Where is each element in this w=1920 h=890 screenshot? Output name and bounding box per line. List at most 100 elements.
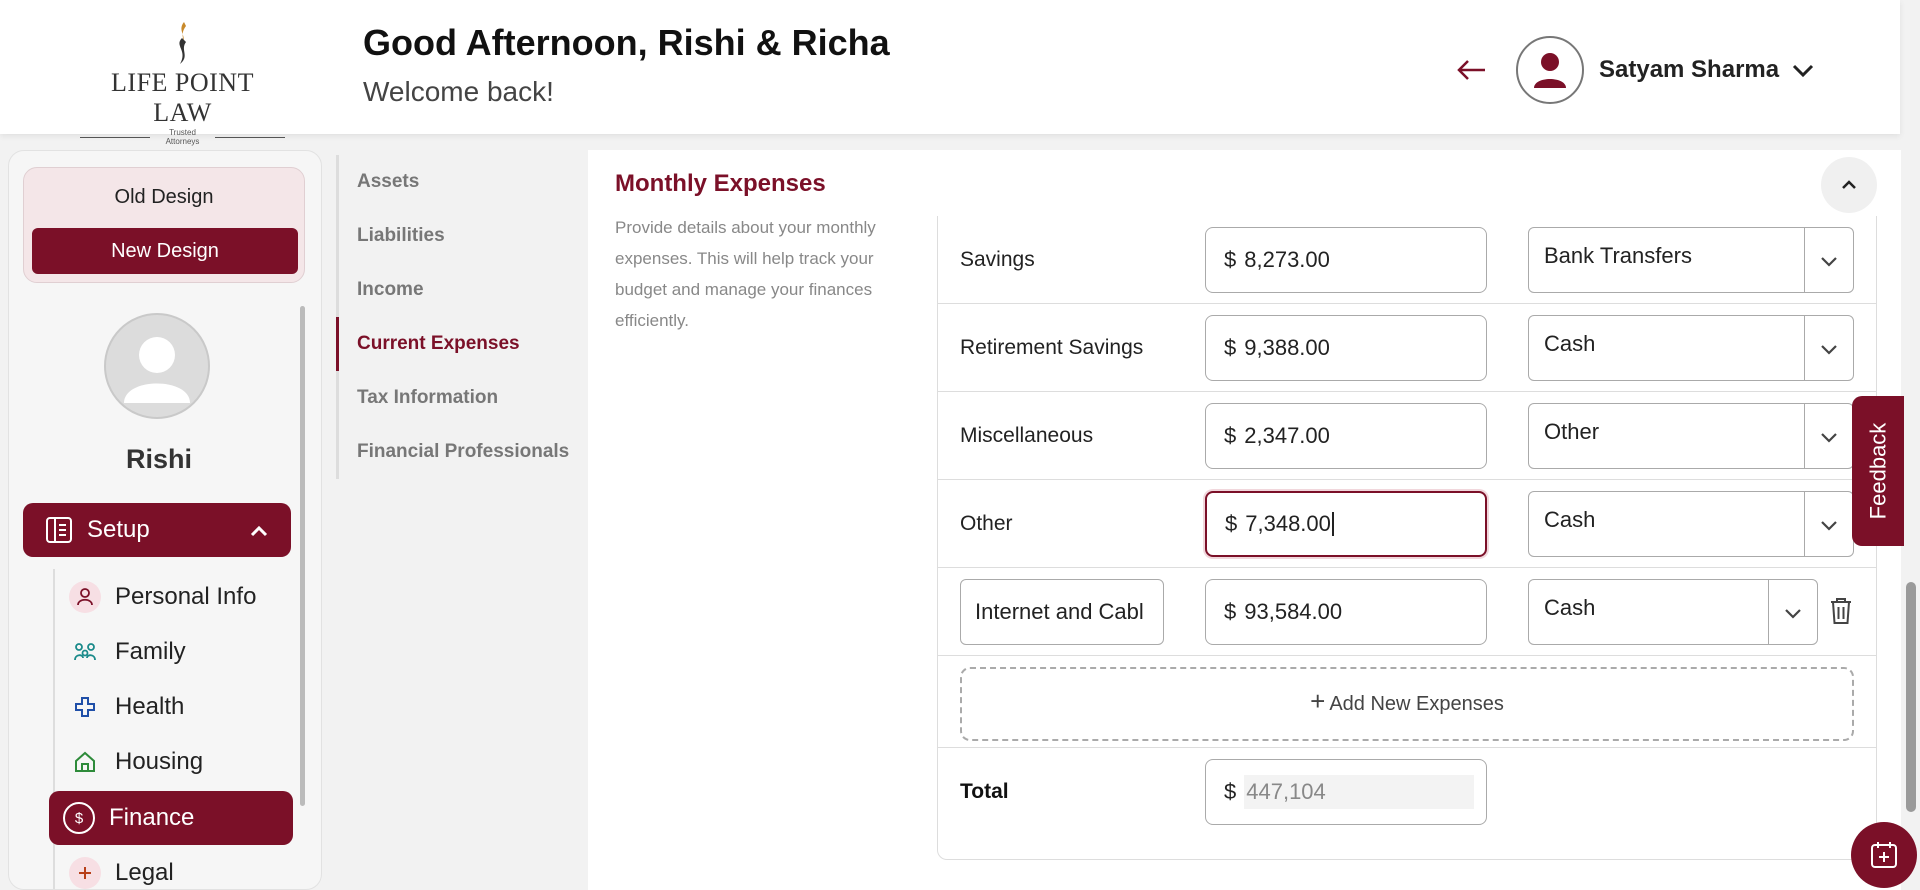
profile-name: Rishi <box>125 444 192 474</box>
expense-amount-input[interactable]: $ 9,388.00 <box>1205 315 1487 381</box>
expense-label: Savings <box>960 248 1035 271</box>
select-divider <box>1804 228 1805 292</box>
chevron-down-icon <box>1785 609 1801 619</box>
main-scrollbar-thumb[interactable] <box>1906 582 1916 812</box>
back-arrow-icon[interactable] <box>1455 53 1489 87</box>
sidebar-item-family[interactable]: Family <box>55 624 293 679</box>
user-icon <box>1534 53 1566 88</box>
expense-label: Miscellaneous <box>960 424 1094 447</box>
section-title: Monthly Expenses <box>615 170 826 197</box>
payment-method-select[interactable]: Cash <box>1528 315 1854 381</box>
custom-expense-name-input[interactable]: Internet and Cabl <box>960 579 1164 645</box>
amount-value: 9,388.00 <box>1244 335 1330 360</box>
finance-subnav: Assets Liabilities Income Current Expens… <box>336 155 586 479</box>
payment-method-select[interactable]: Cash <box>1528 491 1854 557</box>
add-new-expenses-button[interactable]: + Add New Expenses <box>960 667 1854 741</box>
currency-symbol: $ <box>1224 423 1237 448</box>
welcome-subtitle: Welcome back! <box>363 76 554 107</box>
chevron-up-icon <box>250 525 268 537</box>
payment-method-select[interactable]: Other <box>1528 403 1854 469</box>
add-expenses-label: Add New Expenses <box>1329 692 1504 715</box>
feedback-button[interactable]: Feedback <box>1852 396 1904 546</box>
table-row: Internet and Cabl $ 93,584.00 Cash <box>938 568 1876 656</box>
chevron-down-icon <box>1821 433 1837 443</box>
add-expense-row: + Add New Expenses <box>938 656 1876 748</box>
feedback-label: Feedback <box>1865 422 1890 520</box>
trash-icon[interactable] <box>1828 596 1854 626</box>
logo-tagline: Trusted Attorneys <box>80 128 285 146</box>
expense-label: Retirement Savings <box>960 336 1144 359</box>
table-row: Savings $ 8,273.00 Bank Transfers <box>938 216 1876 304</box>
amount-value: 2,347.00 <box>1244 423 1330 448</box>
payment-method-select[interactable]: Bank Transfers <box>1528 227 1854 293</box>
setup-nav-list: Personal Info Family Health Housing $ Fi… <box>49 569 293 889</box>
table-row: Miscellaneous $ 2,347.00 Other <box>938 392 1876 480</box>
user-avatar[interactable] <box>1516 36 1584 104</box>
expense-amount-input[interactable]: $ 93,584.00 <box>1205 579 1487 645</box>
expense-amount-input[interactable]: $ 7,348.00 <box>1205 491 1487 557</box>
setup-book-icon <box>46 517 72 543</box>
sidebar-scrollbar[interactable] <box>300 306 305 806</box>
chevron-down-icon <box>1821 345 1837 355</box>
total-label: Total <box>960 780 1009 803</box>
payment-method-select[interactable]: Cash <box>1528 579 1818 645</box>
tab-liabilities[interactable]: Liabilities <box>336 209 586 263</box>
currency-symbol: $ <box>1225 511 1238 536</box>
calendar-plus-icon <box>1871 842 1897 868</box>
sidebar-item-health[interactable]: Health <box>55 679 293 734</box>
table-row: Other $ 7,348.00 Cash <box>938 480 1876 568</box>
select-divider <box>1804 492 1805 556</box>
profile-avatar <box>104 313 210 419</box>
table-row: Retirement Savings $ 9,388.00 Cash <box>938 304 1876 392</box>
sidebar-item-label: Family <box>115 637 186 665</box>
expense-label: Other <box>960 512 1013 535</box>
section-description: Provide details about your monthly expen… <box>615 218 876 330</box>
tab-income[interactable]: Income <box>336 263 586 317</box>
text-cursor <box>1331 512 1334 536</box>
sidebar-item-label: Legal <box>115 858 174 886</box>
expense-amount-input[interactable]: $ 2,347.00 <box>1205 403 1487 469</box>
user-name[interactable]: Satyam Sharma <box>1599 56 1779 84</box>
payment-method-value: Cash <box>1544 507 1596 532</box>
new-design-button[interactable]: New Design <box>32 228 298 274</box>
sidebar-item-personal-info[interactable]: Personal Info <box>55 569 293 624</box>
logo-text: LIFE POINT LAW <box>111 68 254 127</box>
total-amount-field: $ 447,104 <box>1205 759 1487 825</box>
sidebar-item-housing[interactable]: Housing <box>55 734 293 789</box>
person-icon <box>69 580 101 613</box>
svg-text:$: $ <box>75 810 84 827</box>
amount-value: 8,273.00 <box>1244 247 1330 272</box>
currency-symbol: $ <box>1224 779 1237 804</box>
setup-section-toggle[interactable]: Setup <box>23 503 291 557</box>
chevron-down-icon <box>1821 257 1837 267</box>
greeting-title: Good Afternoon, Rishi & Richa <box>363 22 890 63</box>
currency-symbol: $ <box>1224 247 1237 272</box>
sidebar-item-label: Personal Info <box>115 582 257 610</box>
total-row: Total $ 447,104 <box>938 748 1876 836</box>
select-divider <box>1768 580 1769 644</box>
person-placeholder-icon <box>124 337 190 403</box>
legal-icon <box>69 856 101 889</box>
life-point-law-logo[interactable]: LIFE POINT LAW Trusted Attorneys <box>80 20 285 146</box>
currency-symbol: $ <box>1224 335 1237 360</box>
tab-current-expenses[interactable]: Current Expenses <box>336 317 586 371</box>
chevron-down-icon[interactable] <box>1790 58 1816 84</box>
sidebar-item-finance[interactable]: $ Finance <box>49 791 293 845</box>
tab-financial-professionals[interactable]: Financial Professionals <box>336 425 586 479</box>
dollar-icon: $ <box>63 802 95 834</box>
calendar-add-button[interactable] <box>1851 822 1917 888</box>
expense-amount-input[interactable]: $ 8,273.00 <box>1205 227 1487 293</box>
expenses-table: Savings $ 8,273.00 Bank Transfers Retire… <box>937 216 1877 860</box>
payment-method-value: Other <box>1544 419 1600 444</box>
plus-icon: + <box>1310 685 1326 716</box>
chevron-down-icon <box>1821 521 1837 531</box>
payment-method-value: Cash <box>1544 595 1596 620</box>
collapse-section-button[interactable] <box>1821 157 1877 213</box>
currency-symbol: $ <box>1224 599 1237 624</box>
tab-tax-information[interactable]: Tax Information <box>336 371 586 425</box>
old-design-button[interactable]: Old Design <box>24 186 304 209</box>
tab-assets[interactable]: Assets <box>336 155 586 209</box>
sidebar-item-legal[interactable]: Legal <box>55 845 293 889</box>
design-toggle: Old Design New Design <box>23 167 305 283</box>
chevron-up-icon <box>1842 180 1856 189</box>
